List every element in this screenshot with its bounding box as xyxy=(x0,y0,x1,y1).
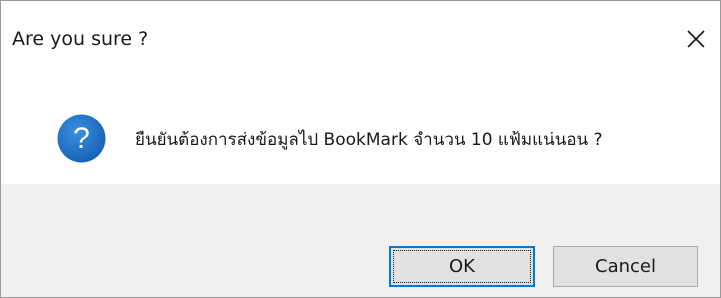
dialog-footer: OK Cancel xyxy=(1,184,720,297)
question-icon: ? xyxy=(57,114,106,163)
ok-button-label: OK xyxy=(449,256,475,277)
dialog-message: ยืนยันต้องการส่งข้อมูลไป BookMark จำนวน … xyxy=(135,130,603,150)
cancel-button-label: Cancel xyxy=(595,256,656,277)
dialog-title: Are you sure ? xyxy=(12,28,149,50)
question-glyph: ? xyxy=(73,122,90,155)
ok-button[interactable]: OK xyxy=(389,246,535,287)
close-icon xyxy=(687,30,705,48)
cancel-button[interactable]: Cancel xyxy=(553,246,698,287)
confirm-dialog: Are you sure ? ? ยืนยันต้องการส่งข้อมูลไ… xyxy=(0,0,721,298)
close-button[interactable] xyxy=(676,19,716,59)
dialog-content: ? ยืนยันต้องการส่งข้อมูลไป BookMark จำนว… xyxy=(1,71,720,184)
dialog-titlebar: Are you sure ? xyxy=(1,1,720,71)
